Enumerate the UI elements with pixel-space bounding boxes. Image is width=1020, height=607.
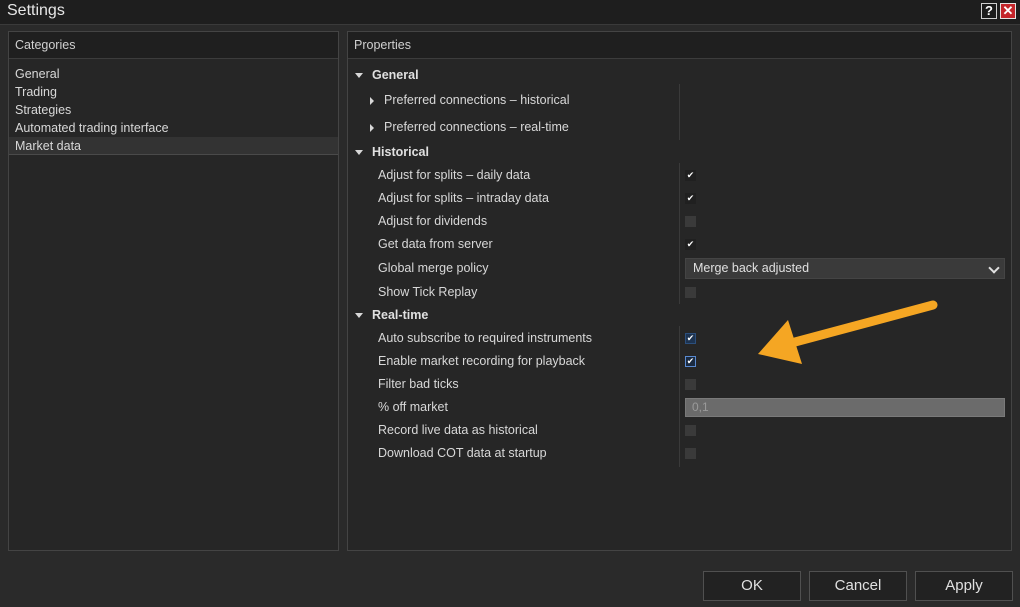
record-live-data-checkbox[interactable]	[685, 425, 696, 436]
property-label: Record live data as historical	[378, 423, 538, 437]
off-market-input[interactable]: 0,1	[685, 398, 1005, 417]
property-label: Filter bad ticks	[378, 377, 459, 391]
property-label: Show Tick Replay	[378, 285, 478, 299]
property-label: Adjust for splits – daily data	[378, 168, 531, 182]
property-preferred-connections-historical[interactable]: Preferred connections – historical	[348, 89, 1011, 112]
property-label: Auto subscribe to required instruments	[378, 331, 592, 345]
title-bar: Settings ? ✕	[0, 0, 1020, 25]
group-historical[interactable]: Historical	[348, 141, 1011, 164]
property-download-cot: Download COT data at startup	[348, 442, 1011, 465]
collapsed-caret-icon	[370, 124, 374, 132]
property-preferred-connections-realtime[interactable]: Preferred connections – real-time	[348, 116, 1011, 139]
category-market-data[interactable]: Market data	[9, 137, 338, 155]
property-adjust-dividends: Adjust for dividends	[348, 210, 1011, 233]
properties-header: Properties	[348, 32, 1011, 59]
expand-caret-icon	[355, 313, 363, 318]
property-label: Adjust for dividends	[378, 214, 488, 228]
group-label: General	[372, 68, 419, 82]
categories-header: Categories	[9, 32, 338, 59]
property-global-merge-policy: Global merge policy Merge back adjusted	[348, 257, 1011, 280]
category-trading[interactable]: Trading	[9, 83, 338, 101]
apply-button[interactable]: Apply	[915, 571, 1013, 601]
expand-caret-icon	[355, 150, 363, 155]
property-label: Download COT data at startup	[378, 446, 547, 460]
adjust-dividends-checkbox[interactable]	[685, 216, 696, 227]
chevron-down-icon	[988, 262, 1000, 274]
enable-market-recording-checkbox[interactable]: ✔	[685, 356, 696, 367]
property-label: Adjust for splits – intraday data	[378, 191, 549, 205]
close-button[interactable]: ✕	[1000, 3, 1016, 19]
group-label: Historical	[372, 145, 429, 159]
property-adjust-splits-daily: Adjust for splits – daily data ✔	[348, 164, 1011, 187]
download-cot-checkbox[interactable]	[685, 448, 696, 459]
property-label: % off market	[378, 400, 448, 414]
property-adjust-splits-intraday: Adjust for splits – intraday data ✔	[348, 187, 1011, 210]
property-label: Preferred connections – historical	[384, 93, 570, 107]
group-general[interactable]: General	[348, 64, 1011, 87]
adjust-splits-daily-checkbox[interactable]: ✔	[685, 170, 696, 181]
cancel-button[interactable]: Cancel	[809, 571, 907, 601]
adjust-splits-intraday-checkbox[interactable]: ✔	[685, 193, 696, 204]
auto-subscribe-checkbox[interactable]: ✔	[685, 333, 696, 344]
property-record-live-data: Record live data as historical	[348, 419, 1011, 442]
categories-panel: Categories General Trading Strategies Au…	[8, 31, 339, 551]
help-button[interactable]: ?	[981, 3, 997, 19]
expand-caret-icon	[355, 73, 363, 78]
annotation-arrow-icon	[758, 300, 938, 364]
collapsed-caret-icon	[370, 97, 374, 105]
show-tick-replay-checkbox[interactable]	[685, 287, 696, 298]
ok-button[interactable]: OK	[703, 571, 801, 601]
get-data-from-server-checkbox[interactable]: ✔	[685, 239, 696, 250]
property-off-market: % off market 0,1	[348, 396, 1011, 419]
filter-bad-ticks-checkbox[interactable]	[685, 379, 696, 390]
property-label: Enable market recording for playback	[378, 354, 586, 368]
property-label: Preferred connections – real-time	[384, 120, 569, 134]
property-label: Global merge policy	[378, 261, 489, 275]
category-strategies[interactable]: Strategies	[9, 101, 338, 119]
merge-policy-select[interactable]: Merge back adjusted	[685, 258, 1005, 279]
property-label: Get data from server	[378, 237, 493, 251]
property-get-data-from-server: Get data from server ✔	[348, 233, 1011, 256]
group-label: Real-time	[372, 308, 429, 322]
category-general[interactable]: General	[9, 65, 338, 83]
merge-policy-value: Merge back adjusted	[693, 261, 810, 275]
category-automated-trading-interface[interactable]: Automated trading interface	[9, 119, 338, 137]
window-title: Settings	[7, 2, 65, 19]
